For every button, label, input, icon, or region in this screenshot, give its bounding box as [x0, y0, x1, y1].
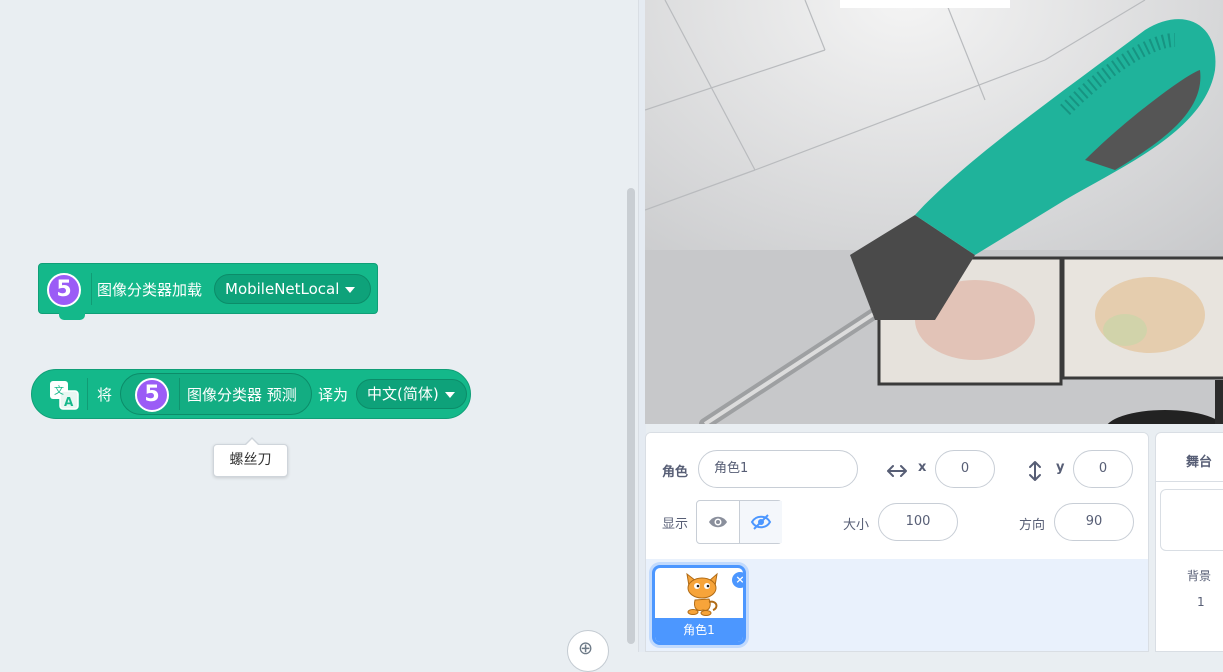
stage-title: 舞台: [1186, 455, 1213, 470]
backdrops-count: 1: [1197, 595, 1205, 609]
translate-icon: 文 A: [50, 381, 79, 410]
direction-label: 方向: [1019, 518, 1046, 533]
backdrops-label: 背景: [1187, 569, 1212, 583]
size-input[interactable]: 100: [878, 503, 958, 541]
svg-text:A: A: [64, 395, 74, 409]
x-label: x: [918, 460, 927, 475]
block-separator: [179, 378, 180, 410]
sprite-name-input[interactable]: 角色1: [698, 450, 858, 488]
cat-sprite-thumbnail: [686, 572, 718, 616]
block-separator: [87, 378, 88, 410]
result-bubble: 螺丝刀: [213, 437, 288, 477]
sprite-tile-name: 角色1: [655, 618, 743, 642]
zoom-in-icon: ⊕: [578, 638, 594, 659]
svg-text:文: 文: [54, 384, 64, 397]
eye-off-icon: [750, 514, 772, 530]
arrows-vertical-icon: [1029, 461, 1041, 481]
sprite-properties: 角色 角色1 x 0 y 0 显示 大小 100 方向 90: [646, 433, 1148, 560]
language-dropdown-value: 中文(简体): [367, 385, 439, 403]
camera-video-feed: [645, 0, 1223, 424]
hide-button[interactable]: [739, 501, 782, 543]
sprite-info-panel: 角色 角色1 x 0 y 0 显示 大小 100 方向 90 × 角色1: [645, 432, 1149, 652]
classifier-predict-reporter[interactable]: 5 图像分类器 预测: [120, 373, 312, 415]
translate-word-to: 译为: [318, 386, 349, 404]
close-icon[interactable]: ×: [732, 572, 743, 588]
translate-block[interactable]: 文 A 将 5 图像分类器 预测 译为 中文(简体): [31, 369, 471, 419]
classifier-predict-label: 图像分类器 预测: [187, 386, 297, 404]
model-dropdown[interactable]: MobileNetLocal: [214, 274, 371, 304]
language-dropdown[interactable]: 中文(简体): [356, 379, 467, 409]
x-input[interactable]: 0: [935, 450, 995, 488]
stage-canvas[interactable]: [645, 0, 1223, 424]
code-workspace[interactable]: 5 图像分类器加载 MobileNetLocal 文 A 将 5 图像分类器 预…: [0, 0, 638, 672]
backdrop-thumbnail[interactable]: [1160, 489, 1223, 551]
sprite-list: × 角色1: [646, 559, 1148, 651]
sprite-tile[interactable]: × 角色1: [652, 565, 746, 645]
block-separator: [91, 273, 92, 305]
classifier-load-label: 图像分类器加载: [97, 281, 203, 299]
size-label: 大小: [843, 518, 870, 533]
workspace-scrollbar[interactable]: [627, 188, 635, 644]
show-label: 显示: [662, 517, 689, 532]
visibility-toggle: [696, 500, 782, 544]
sprite-label: 角色: [662, 465, 689, 480]
arrows-horizontal-icon: [887, 465, 907, 477]
stage-selector-panel[interactable]: 舞台 背景 1: [1155, 432, 1223, 652]
chevron-down-icon: [444, 391, 455, 398]
model-dropdown-value: MobileNetLocal: [225, 280, 340, 298]
extension-number-icon: 5: [135, 378, 169, 412]
y-label: y: [1056, 460, 1065, 475]
extension-number-icon: 5: [47, 273, 81, 307]
y-input[interactable]: 0: [1073, 450, 1133, 488]
classifier-load-block[interactable]: 5 图像分类器加载 MobileNetLocal: [38, 263, 378, 320]
stage-divider: [1156, 481, 1223, 482]
direction-input[interactable]: 90: [1054, 503, 1134, 541]
eye-icon: [709, 516, 727, 528]
show-button[interactable]: [697, 501, 739, 543]
zoom-in-button[interactable]: ⊕: [567, 630, 609, 672]
translate-word-jiang: 将: [97, 386, 113, 404]
chevron-down-icon: [345, 286, 356, 293]
